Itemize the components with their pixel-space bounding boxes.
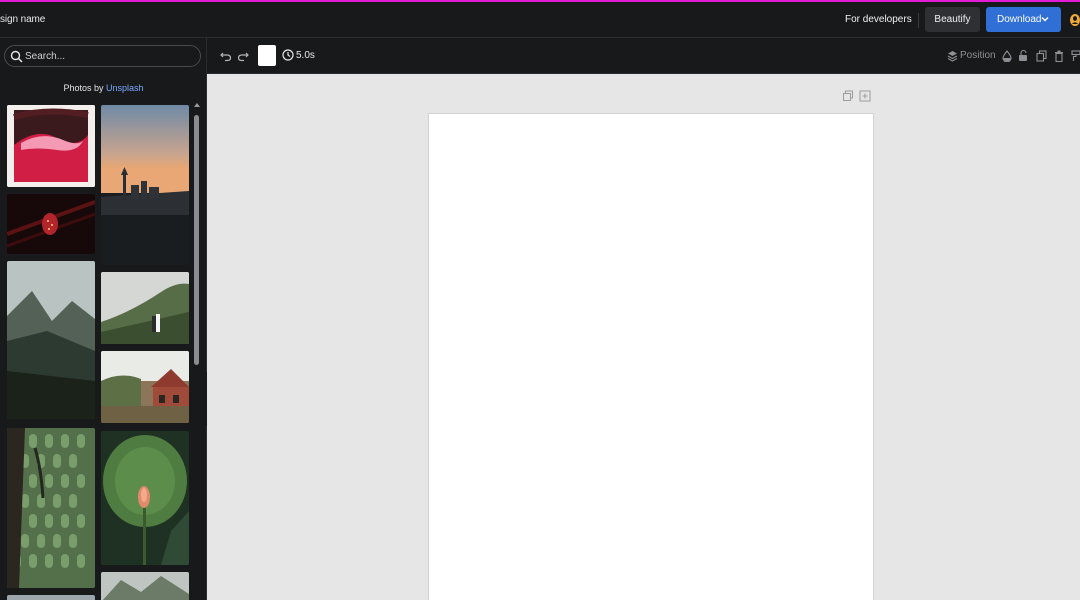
scroll-up-arrow-icon[interactable] xyxy=(194,103,200,107)
canvas-area xyxy=(207,74,1080,600)
photo-grid-scrollbar[interactable] xyxy=(193,103,200,600)
lock-icon[interactable] xyxy=(1018,50,1028,62)
photos-panel: Photos by Unsplash xyxy=(0,38,207,600)
download-button[interactable]: Download xyxy=(986,7,1061,32)
photo-thumbnail[interactable] xyxy=(101,272,189,344)
user-avatar-icon[interactable] xyxy=(1068,13,1080,27)
paint-roller-icon[interactable] xyxy=(1071,50,1080,62)
unsplash-link[interactable]: Unsplash xyxy=(106,83,144,93)
redo-icon[interactable] xyxy=(237,50,249,62)
for-developers-link[interactable]: For developers xyxy=(845,14,912,25)
photo-thumbnail[interactable] xyxy=(7,194,95,254)
trash-icon[interactable] xyxy=(1054,50,1064,62)
photo-thumbnail[interactable] xyxy=(7,105,95,187)
position-button[interactable]: Position xyxy=(960,50,996,61)
download-label: Download xyxy=(997,14,1042,25)
search-input[interactable] xyxy=(25,49,195,64)
editor-toolbar: 5.0s Position xyxy=(207,38,1080,74)
undo-icon[interactable] xyxy=(220,50,232,62)
scrollbar-thumb[interactable] xyxy=(194,115,199,365)
opacity-icon[interactable] xyxy=(1002,50,1012,62)
beautify-button[interactable]: Beautify xyxy=(925,7,980,32)
search-box[interactable] xyxy=(4,45,201,67)
photo-thumbnail[interactable] xyxy=(7,261,95,419)
search-icon xyxy=(10,50,23,63)
divider xyxy=(918,13,919,28)
design-name[interactable]: sign name xyxy=(0,14,45,25)
photo-thumbnail[interactable] xyxy=(101,431,189,565)
photo-grid xyxy=(0,103,193,600)
layers-icon[interactable] xyxy=(947,50,958,62)
photos-by-label: Photos by xyxy=(63,83,104,93)
add-page-icon[interactable] xyxy=(859,90,871,102)
editor-app: sign name For developers Beautify Downlo… xyxy=(0,0,1080,600)
duplicate-icon[interactable] xyxy=(1036,50,1047,62)
duration-value: 5.0s xyxy=(296,50,315,61)
duration-control[interactable]: 5.0s xyxy=(282,49,318,63)
photo-thumbnail[interactable] xyxy=(101,572,189,600)
photo-thumbnail[interactable] xyxy=(7,595,95,600)
background-color-swatch[interactable] xyxy=(258,45,276,66)
clock-icon xyxy=(282,49,294,61)
photo-thumbnail[interactable] xyxy=(101,105,189,265)
design-page[interactable] xyxy=(428,113,874,600)
photo-thumbnail[interactable] xyxy=(7,428,95,588)
photo-thumbnail[interactable] xyxy=(101,351,189,423)
chevron-down-icon xyxy=(1041,17,1049,22)
duplicate-page-icon[interactable] xyxy=(842,90,854,102)
photos-attribution: Photos by Unsplash xyxy=(0,83,207,93)
top-bar: sign name For developers Beautify Downlo… xyxy=(0,0,1080,38)
